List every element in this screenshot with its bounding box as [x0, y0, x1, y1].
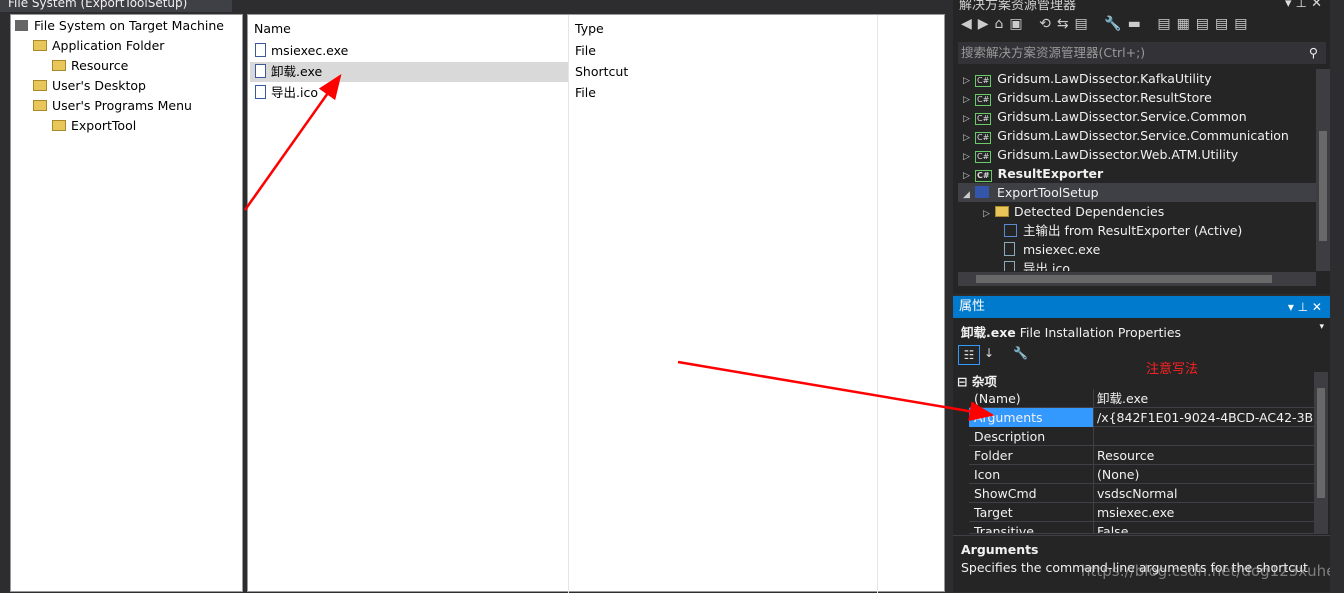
arrow-to-arguments — [677, 360, 995, 422]
arrow-to-shortcut — [243, 73, 342, 211]
annotation-arrows — [243, 73, 995, 422]
